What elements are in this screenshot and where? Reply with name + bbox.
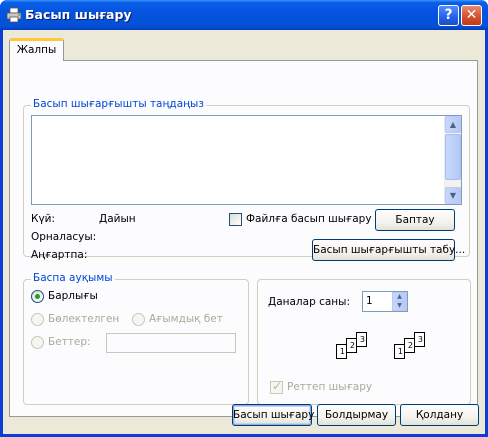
pages-input[interactable]: [106, 333, 236, 353]
range-current-page-radio[interactable]: [132, 313, 145, 326]
print-button[interactable]: Басып шығару: [232, 404, 314, 426]
range-all-label[interactable]: Барлығы: [48, 290, 98, 302]
printer-icon: [6, 7, 22, 23]
print-to-file-checkbox[interactable]: [229, 213, 242, 226]
help-button[interactable]: ?: [438, 5, 459, 26]
collate-page-3: 3: [356, 332, 367, 347]
range-pages-radio[interactable]: [31, 336, 44, 349]
printer-select-legend: Басып шығарғышты таңдаңыз: [31, 98, 206, 110]
print-dialog-window: Басып шығару ? ✕ Жалпы Басып шығарғышты …: [0, 0, 488, 437]
range-current-page-label[interactable]: Ағымдық бет: [149, 313, 223, 325]
copies-label: Даналар саны:: [268, 296, 350, 308]
scrollbar-thumb[interactable]: [445, 134, 461, 180]
range-selection-radio[interactable]: [31, 313, 44, 326]
dialog-client-area: Жалпы Басып шығарғышты таңдаңыз ▲ ▼ Күй:…: [3, 30, 485, 434]
copies-value: 1: [366, 295, 373, 307]
collate-illustration: 1 2 3 1 2 3: [328, 332, 448, 372]
collate-checkbox[interactable]: ✓: [270, 379, 283, 394]
status-label: Күй:: [31, 213, 56, 225]
printer-listbox[interactable]: ▲ ▼: [31, 115, 462, 205]
preferences-button[interactable]: Баптау: [375, 209, 455, 231]
page-range-group: Баспа ауқымы Барлығы Бөлектелген Ағымдық…: [23, 272, 249, 405]
scroll-up-icon[interactable]: ▲: [445, 116, 461, 133]
close-button[interactable]: ✕: [461, 5, 482, 26]
window-title: Басып шығару: [25, 7, 132, 22]
tab-strip: Жалпы: [3, 30, 485, 61]
radio-selected-dot: [35, 294, 40, 299]
page-range-legend: Баспа ауқымы: [31, 272, 115, 284]
check-icon: ✓: [272, 379, 283, 393]
collate-page-6: 3: [414, 332, 425, 347]
scroll-down-icon[interactable]: ▼: [445, 187, 461, 204]
print-to-file-label[interactable]: Файлға басып шығару: [246, 213, 372, 225]
range-pages-label[interactable]: Беттер:: [48, 336, 91, 348]
spin-down-icon[interactable]: ▼: [392, 301, 407, 311]
range-selection-label[interactable]: Бөлектелген: [48, 313, 119, 325]
copies-group: Даналар саны: 1 ▲ ▼ 1 2 3 1 2 3 ✓ Реттеп…: [257, 279, 471, 405]
collate-label[interactable]: Реттеп шығару: [287, 381, 372, 393]
cancel-button[interactable]: Болдырмау: [317, 404, 396, 426]
comment-label: Аңғартпа:: [31, 249, 88, 261]
title-bar[interactable]: Басып шығару ? ✕: [0, 0, 488, 30]
printer-list-scrollbar[interactable]: ▲ ▼: [444, 116, 461, 204]
range-all-radio[interactable]: [31, 290, 44, 303]
tab-general[interactable]: Жалпы: [9, 38, 64, 61]
tab-panel-general: Басып шығарғышты таңдаңыз ▲ ▼ Күй: Дайын…: [9, 60, 478, 417]
apply-button[interactable]: Қолдану: [400, 404, 479, 426]
status-value: Дайын: [99, 213, 136, 225]
location-label: Орналасуы:: [31, 231, 97, 243]
find-printer-button[interactable]: Басып шығарғышты табу...: [312, 239, 465, 261]
copies-spinner[interactable]: 1 ▲ ▼: [362, 291, 408, 312]
printer-select-group: Басып шығарғышты таңдаңыз ▲ ▼ Күй: Дайын…: [23, 98, 470, 261]
